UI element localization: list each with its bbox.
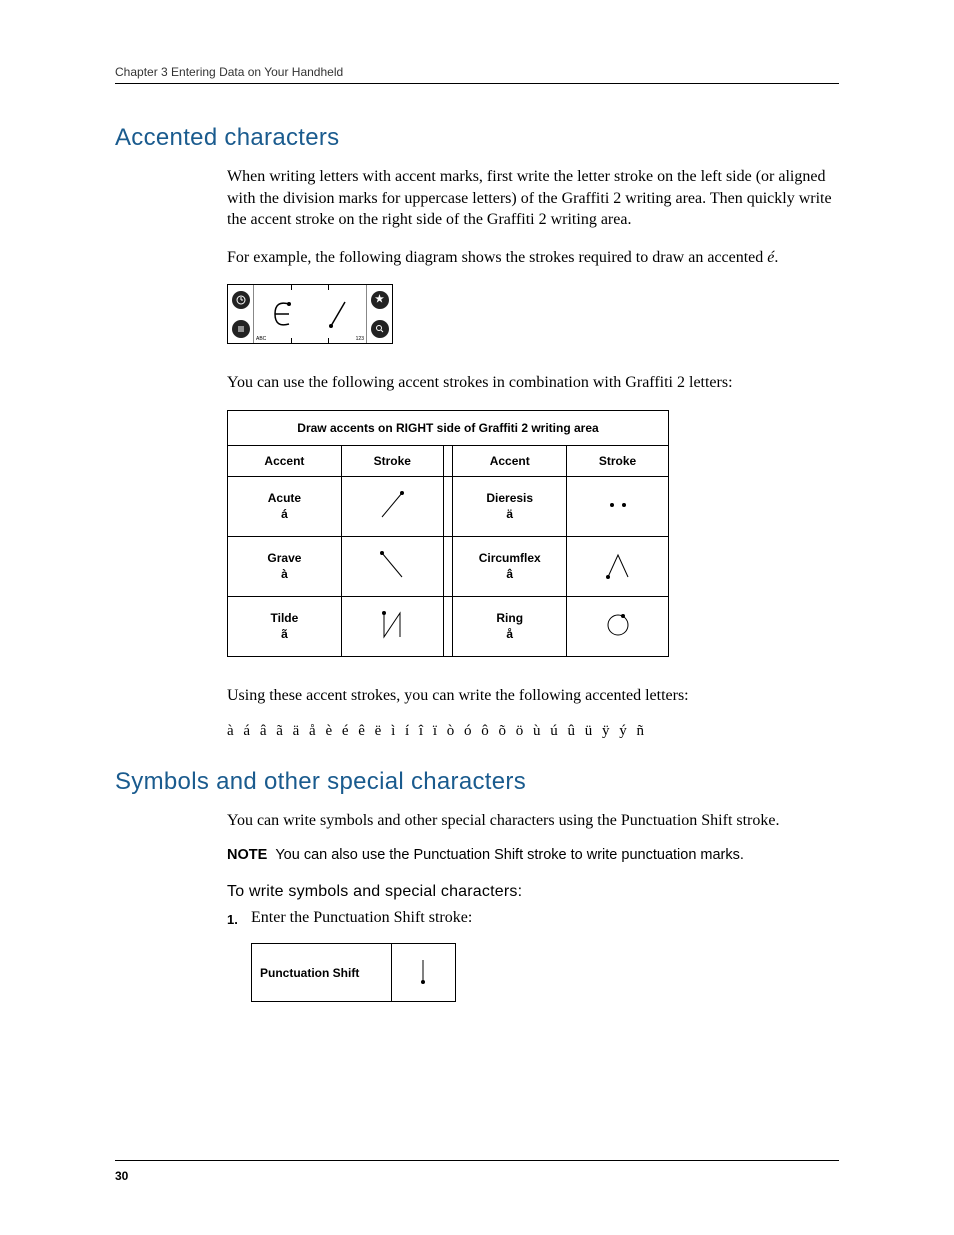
- 123-label: 123: [356, 336, 364, 342]
- paragraph-2: For example, the following diagram shows…: [227, 247, 839, 269]
- accent-grave: Graveà: [228, 536, 342, 596]
- clock-icon: [232, 291, 250, 309]
- star-icon: ★: [371, 291, 389, 309]
- punct-shift-label: Punctuation Shift: [252, 944, 392, 1002]
- page-header: Chapter 3 Entering Data on Your Handheld: [115, 65, 839, 84]
- accent-tilde: Tildeã: [228, 596, 342, 656]
- find-icon: [371, 320, 389, 338]
- page-number: 30: [115, 1169, 128, 1183]
- para2-suffix: .: [774, 249, 778, 266]
- instruction-title: To write symbols and special characters:: [227, 883, 839, 901]
- abc-label: ABC: [256, 336, 266, 342]
- step-1: 1. Enter the Punctuation Shift stroke:: [227, 909, 839, 927]
- note: NOTE You can also use the Punctuation Sh…: [227, 847, 839, 863]
- paragraph-1: When writing letters with accent marks, …: [227, 166, 839, 231]
- accent-ring: Ringå: [453, 596, 567, 656]
- stroke-acute: [341, 476, 443, 536]
- section-title-symbols: Symbols and other special characters: [115, 768, 839, 796]
- col-accent-2: Accent: [453, 445, 567, 476]
- page-footer: 30: [115, 1160, 839, 1185]
- step-1-text: Enter the Punctuation Shift stroke:: [251, 909, 472, 926]
- chapter-title: Chapter 3 Entering Data on Your Handheld: [115, 65, 839, 79]
- table-title: Draw accents on RIGHT side of Graffiti 2…: [228, 410, 669, 445]
- accent-strokes-table: Draw accents on RIGHT side of Graffiti 2…: [227, 410, 669, 657]
- paragraph-3: You can use the following accent strokes…: [227, 372, 839, 394]
- note-body: You can also use the Punctuation Shift s…: [275, 847, 744, 863]
- stroke-circumflex: [567, 536, 669, 596]
- e-stroke-icon: [267, 294, 297, 334]
- graffiti-diagram: ABC 123 ★: [227, 284, 393, 344]
- para2-prefix: For example, the following diagram shows…: [227, 249, 767, 266]
- stroke-dieresis: [567, 476, 669, 536]
- stroke-ring: [567, 596, 669, 656]
- note-label: NOTE: [227, 847, 267, 863]
- stroke-grave: [341, 536, 443, 596]
- punct-shift-stroke: [391, 944, 455, 1002]
- acute-stroke-icon: [323, 294, 353, 334]
- accent-circumflex: Circumflexâ: [453, 536, 567, 596]
- punctuation-shift-table: Punctuation Shift: [251, 943, 456, 1002]
- menu-icon: [232, 320, 250, 338]
- step-1-number: 1.: [227, 912, 238, 927]
- accent-dieresis: Dieresisä: [453, 476, 567, 536]
- col-stroke-2: Stroke: [567, 445, 669, 476]
- paragraph-4: Using these accent strokes, you can writ…: [227, 685, 839, 707]
- col-accent-1: Accent: [228, 445, 342, 476]
- stroke-tilde: [341, 596, 443, 656]
- accented-letters-list: à á â ã ä å è é ê ë ì í î ï ò ó ô õ ö ù …: [227, 723, 839, 740]
- symbols-para1: You can write symbols and other special …: [227, 810, 839, 832]
- section-title-accented: Accented characters: [115, 124, 839, 152]
- accent-acute: Acuteá: [228, 476, 342, 536]
- col-stroke-1: Stroke: [341, 445, 443, 476]
